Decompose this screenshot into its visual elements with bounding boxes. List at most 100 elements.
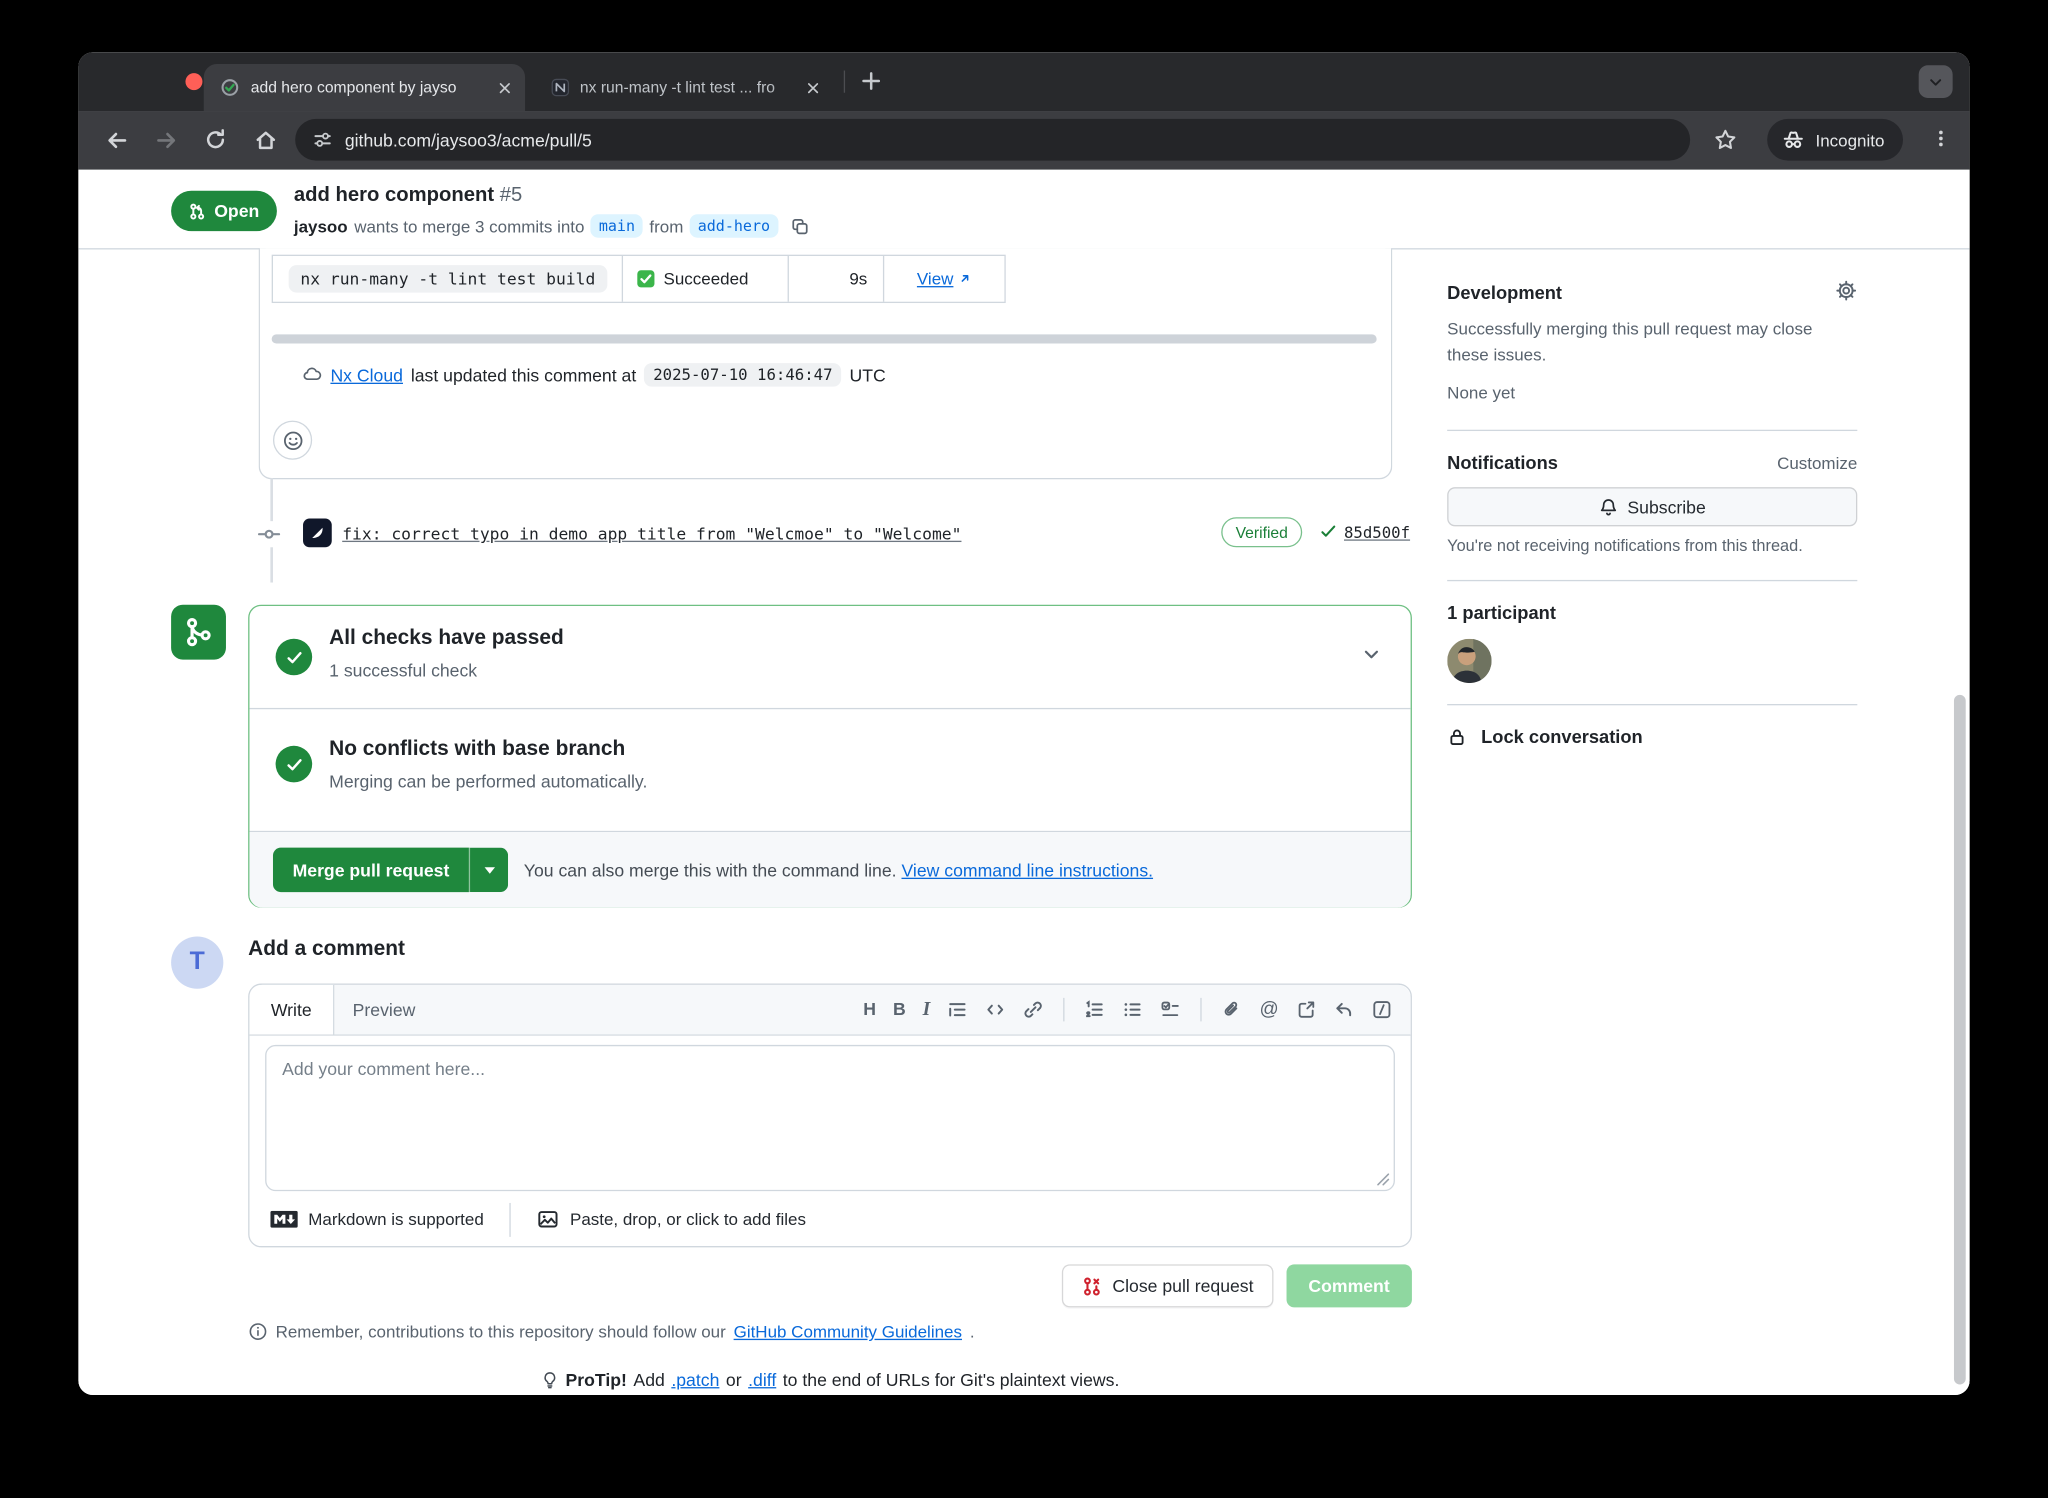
development-title: Development <box>1447 282 1562 303</box>
head-branch-chip[interactable]: add-hero <box>690 214 778 238</box>
markdown-icon <box>270 1211 297 1228</box>
checks-passed-icon <box>276 639 313 676</box>
page-scrollbar-thumb[interactable] <box>1954 695 1966 1385</box>
back-icon[interactable] <box>104 128 129 153</box>
address-bar[interactable]: github.com/jaysoo3/acme/pull/5 <box>295 119 1690 161</box>
gear-icon[interactable] <box>1835 280 1857 302</box>
bookmark-star-icon[interactable] <box>1714 128 1738 152</box>
cross-reference-icon[interactable] <box>1296 999 1317 1020</box>
lightbulb-icon <box>541 1370 559 1390</box>
tab-divider <box>844 71 845 93</box>
close-tab-icon[interactable] <box>496 79 513 96</box>
tab-search-button[interactable] <box>1919 65 1953 98</box>
copy-icon[interactable] <box>790 216 810 236</box>
check-duration-cell: 9s <box>788 256 883 302</box>
mention-icon[interactable]: @ <box>1259 1000 1278 1019</box>
nx-note-text: last updated this comment at <box>411 365 636 385</box>
tab-write[interactable]: Write <box>249 985 334 1035</box>
tab-pull-request[interactable]: add hero component by jayso <box>204 64 525 111</box>
link-icon[interactable] <box>1023 999 1044 1020</box>
chevron-down-icon[interactable] <box>1361 644 1382 665</box>
sidebar-divider <box>1447 430 1857 431</box>
footer-divider <box>510 1202 511 1236</box>
editor-toolbar: H B I <box>863 985 1392 1035</box>
commit-sha-link[interactable]: 85d500f <box>1344 524 1410 542</box>
commit-message-link[interactable]: fix: correct typo in demo app title from… <box>342 524 961 544</box>
tab-nx-run[interactable]: nx run-many -t lint test ... fro <box>533 64 833 111</box>
sidebar-divider <box>1447 704 1857 705</box>
toolbar-divider <box>1201 998 1202 1022</box>
checks-subtitle: 1 successful check <box>329 661 477 681</box>
customize-link[interactable]: Customize <box>1777 453 1857 473</box>
tasklist-icon[interactable] <box>1160 999 1181 1020</box>
tab-title: add hero component by jayso <box>251 78 491 96</box>
incognito-icon <box>1782 128 1806 152</box>
nx-cloud-link[interactable]: Nx Cloud <box>330 365 403 385</box>
resize-grip[interactable] <box>1377 1173 1390 1186</box>
check-table-row: nx run-many -t lint test build Succeeded… <box>272 255 1006 303</box>
github-favicon <box>219 77 240 98</box>
pr-subtitle-text: wants to merge 3 commits into <box>354 216 584 236</box>
url-text: github.com/jaysoo3/acme/pull/5 <box>345 130 592 150</box>
merge-options-dropdown[interactable] <box>469 848 508 892</box>
view-run-link[interactable]: View <box>917 269 972 289</box>
comment-input[interactable] <box>265 1045 1395 1191</box>
tab-strip: add hero component by jayso nx run-many … <box>78 52 1969 111</box>
attach-files[interactable]: Paste, drop, or click to add files <box>537 1208 806 1230</box>
table-horizontal-scrollbar[interactable] <box>272 334 1377 343</box>
diff-link[interactable]: .diff <box>748 1370 776 1390</box>
cli-instructions-link[interactable]: View command line instructions. <box>901 860 1153 880</box>
toolbar-divider <box>1064 998 1065 1022</box>
forward-icon[interactable] <box>154 128 179 153</box>
git-pull-request-icon <box>188 202 206 220</box>
checks-section: All checks have passed 1 successful chec… <box>249 606 1410 708</box>
menu-dots-icon[interactable] <box>1930 128 1951 149</box>
patch-link[interactable]: .patch <box>671 1370 719 1390</box>
comment-submit-button[interactable]: Comment <box>1286 1264 1412 1307</box>
unordered-list-icon[interactable] <box>1122 999 1143 1020</box>
notifications-note: You're not receiving notifications from … <box>1447 537 1803 555</box>
nx-utc: UTC <box>850 365 886 385</box>
development-text: Successfully merging this pull request m… <box>1447 316 1839 367</box>
close-pull-request-button[interactable]: Close pull request <box>1061 1264 1273 1307</box>
slash-command-icon[interactable] <box>1371 999 1392 1020</box>
tab-preview[interactable]: Preview <box>353 985 416 1035</box>
no-conflicts-icon <box>276 746 313 783</box>
pr-status-badge: Open <box>171 191 276 231</box>
close-tab-icon[interactable] <box>805 79 822 96</box>
from-word: from <box>649 216 683 236</box>
lock-conversation[interactable]: Lock conversation <box>1447 726 1643 747</box>
commit-author-avatar[interactable] <box>303 519 332 548</box>
participant-avatar[interactable] <box>1447 639 1491 683</box>
merge-status-icon-badge <box>171 605 226 660</box>
traffic-close-button[interactable] <box>185 73 202 90</box>
code-icon[interactable] <box>985 999 1006 1020</box>
home-icon[interactable] <box>253 128 278 153</box>
emoji-reaction-button[interactable] <box>273 421 312 460</box>
editor-footer: Markdown is supported Paste, drop, or cl… <box>249 1191 1410 1247</box>
paperclip-icon[interactable] <box>1222 999 1243 1020</box>
nx-cloud-comment: nx run-many -t lint test build Succeeded… <box>259 248 1393 479</box>
bold-icon[interactable]: B <box>893 1001 906 1019</box>
base-branch-chip[interactable]: main <box>591 214 643 238</box>
heading-icon[interactable]: H <box>863 1001 876 1019</box>
comment-editor: Write Preview H B I <box>248 984 1412 1248</box>
merge-pull-request-button[interactable]: Merge pull request <box>273 848 508 892</box>
pr-number: #5 <box>500 184 523 206</box>
subscribe-button[interactable]: Subscribe <box>1447 487 1857 526</box>
pr-author[interactable]: jaysoo <box>294 216 348 236</box>
nx-cloud-note: Nx Cloud last updated this comment at 20… <box>302 363 886 387</box>
community-guidelines-link[interactable]: GitHub Community Guidelines <box>734 1322 962 1342</box>
reload-icon[interactable] <box>204 128 228 152</box>
new-tab-icon[interactable] <box>859 69 883 93</box>
italic-icon[interactable]: I <box>923 1000 931 1020</box>
quote-icon[interactable] <box>947 999 968 1020</box>
site-controls-icon[interactable] <box>312 129 333 150</box>
triangle-down-icon <box>484 867 494 874</box>
ordered-list-icon[interactable] <box>1084 999 1105 1020</box>
pr-title: add hero component #5 <box>294 184 522 208</box>
markdown-note[interactable]: Markdown is supported <box>270 1209 483 1229</box>
verified-badge[interactable]: Verified <box>1221 517 1302 547</box>
reply-icon[interactable] <box>1334 999 1355 1020</box>
external-arrow-icon <box>957 272 971 286</box>
